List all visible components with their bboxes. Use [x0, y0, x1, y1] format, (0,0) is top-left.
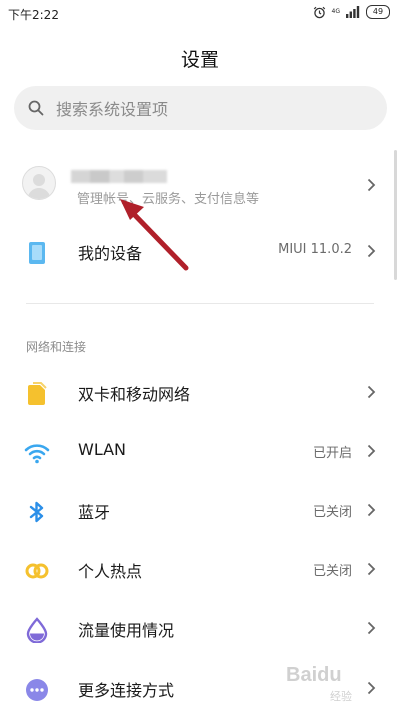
- wlan-label: WLAN: [78, 440, 127, 459]
- search-icon: [28, 100, 44, 116]
- wlan-row[interactable]: WLAN 已开启: [0, 423, 400, 481]
- chevron-right-icon: [367, 385, 376, 399]
- chevron-right-icon: [367, 178, 376, 192]
- blurred-account-name: [71, 170, 167, 183]
- my-device-label: 我的设备: [78, 244, 143, 263]
- bluetooth-label: 蓝牙: [78, 503, 111, 522]
- hotspot-row[interactable]: 个人热点 已关闭: [0, 541, 400, 599]
- data-usage-label: 流量使用情况: [78, 621, 175, 640]
- search-placeholder: 搜索系统设置项: [56, 100, 169, 119]
- scrollbar[interactable]: [394, 150, 397, 280]
- wlan-status: 已开启: [312, 446, 352, 461]
- account-subtitle: 管理帐号、云服务、支付信息等: [77, 192, 260, 207]
- data-usage-row[interactable]: 流量使用情况: [0, 600, 400, 658]
- hotspot-icon: [25, 563, 49, 579]
- water-drop-icon: [26, 617, 48, 643]
- sim-card-icon: [28, 382, 47, 405]
- page-title: 设置: [180, 49, 219, 71]
- status-time: 下午2:22: [8, 8, 59, 22]
- avatar: [22, 166, 56, 200]
- hotspot-status: 已关闭: [312, 564, 352, 579]
- status-bar: 下午2:22 4G 49: [0, 0, 400, 28]
- my-device-value: MIUI 11.0.2: [278, 242, 352, 257]
- search-bar[interactable]: 搜索系统设置项: [14, 86, 387, 130]
- bluetooth-status: 已关闭: [312, 505, 352, 520]
- chevron-right-icon: [367, 562, 376, 576]
- watermark-logo: Baidu 经验: [282, 660, 397, 708]
- sim-mobile-network-row[interactable]: 双卡和移动网络: [0, 364, 400, 422]
- status-icons: 4G 49: [313, 5, 390, 19]
- signal-icon: [346, 6, 360, 18]
- section-header-network: 网络和连接: [26, 340, 87, 354]
- user-icon: [27, 174, 51, 199]
- hotspot-label: 个人热点: [78, 562, 143, 581]
- my-device-row[interactable]: 我的设备 MIUI 11.0.2: [0, 223, 400, 281]
- alarm-icon: [313, 6, 325, 18]
- chevron-right-icon: [367, 444, 376, 458]
- bluetooth-row[interactable]: 蓝牙 已关闭: [0, 482, 400, 540]
- watermark-brand: Baidu: [286, 664, 342, 686]
- network-type-label: 4G: [331, 8, 340, 15]
- watermark-sub: 经验: [330, 690, 352, 703]
- battery-level: 49: [372, 7, 384, 16]
- account-row[interactable]: 管理帐号、云服务、支付信息等: [0, 150, 400, 222]
- more-connections-label: 更多连接方式: [78, 681, 175, 700]
- wifi-icon: [24, 444, 50, 464]
- more-dots-icon: [26, 679, 48, 701]
- device-icon: [29, 242, 45, 264]
- chevron-right-icon: [367, 503, 376, 517]
- chevron-right-icon: [367, 244, 376, 258]
- battery-icon: 49: [366, 5, 390, 19]
- sim-mobile-network-label: 双卡和移动网络: [78, 385, 191, 404]
- bluetooth-icon: [29, 501, 44, 523]
- chevron-right-icon: [367, 621, 376, 635]
- section-divider: [26, 303, 374, 304]
